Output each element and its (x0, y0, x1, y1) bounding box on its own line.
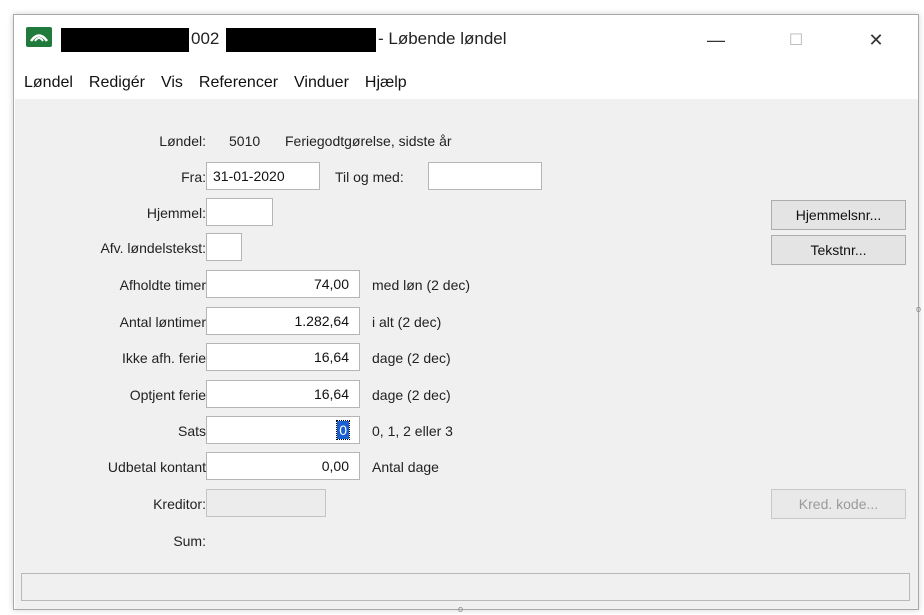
maximize-icon: ☐ (788, 32, 804, 49)
status-bar (21, 573, 910, 601)
hjemmelsnr-label: Hjemmelsnr... (795, 207, 882, 223)
afholdte-timer-value: 74,00 (313, 276, 349, 292)
afholdte-timer-unit: med løn (2 dec) (372, 277, 471, 293)
afv-londelstekst-field[interactable] (206, 233, 242, 261)
fra-date-value: 31-01-2020 (213, 168, 285, 184)
afv-londelstekst-label: Afv. løndelstekst: (100, 240, 206, 256)
fra-label: Fra: (181, 169, 206, 185)
londel-code: 5010 (229, 133, 261, 149)
sats-label: Sats (177, 423, 206, 439)
til-og-med-field[interactable] (428, 162, 542, 190)
optjent-ferie-field[interactable]: 16,64 (206, 380, 360, 408)
tekstnr-label: Tekstnr... (810, 242, 867, 258)
udbetal-kontant-value: 0,00 (321, 458, 349, 474)
afholdte-timer-field[interactable]: 74,00 (206, 270, 360, 298)
kred-kode-label: Kred. kode... (798, 496, 879, 512)
udbetal-kontant-unit: Antal dage (372, 459, 439, 475)
close-button[interactable]: ✕ (854, 23, 898, 57)
ikke-afh-ferie-unit: dage (2 dec) (372, 350, 451, 366)
optjent-ferie-label: Optjent ferie (129, 387, 206, 403)
resize-handle-bottom[interactable]: o (458, 604, 463, 614)
redacted-block (226, 28, 376, 52)
hjemmelsnr-button[interactable]: Hjemmelsnr... (771, 200, 906, 230)
title-bar[interactable]: 002 - Løbende løndel — ☐ ✕ (14, 15, 918, 67)
menu-londel[interactable]: Løndel (24, 74, 73, 92)
ikke-afh-ferie-value: 16,64 (313, 349, 349, 365)
til-og-med-label: Til og med: (335, 169, 404, 185)
antal-lontimer-value: 1.282,64 (294, 313, 350, 329)
hjemmel-label: Hjemmel: (146, 205, 206, 221)
window-title: - Løbende løndel (378, 29, 507, 48)
ikke-afh-ferie-label: Ikke afh. ferie (121, 350, 206, 366)
close-icon: ✕ (868, 29, 884, 50)
kreditor-field[interactable] (206, 489, 326, 517)
sats-value: 0 (336, 420, 350, 440)
maximize-button[interactable]: ☐ (774, 23, 818, 57)
londel-label: Løndel: (159, 133, 206, 149)
menu-bar: Løndel Redigér Vis Referencer Vinduer Hj… (14, 67, 918, 99)
udbetal-kontant-label: Udbetal kontant (107, 459, 206, 475)
app-window: 002 - Løbende løndel — ☐ ✕ Løndel Redigé… (13, 14, 919, 610)
sats-hint: 0, 1, 2 eller 3 (372, 423, 453, 439)
tekstnr-button[interactable]: Tekstnr... (771, 235, 906, 265)
minimize-button[interactable]: — (694, 23, 738, 57)
window-title-code: 002 (191, 29, 220, 48)
ikke-afh-ferie-field[interactable]: 16,64 (206, 343, 360, 371)
antal-lontimer-unit: i alt (2 dec) (372, 314, 442, 330)
optjent-ferie-value: 16,64 (313, 386, 349, 402)
hjemmel-field[interactable] (206, 198, 273, 226)
menu-rediger[interactable]: Redigér (89, 74, 145, 92)
menu-referencer[interactable]: Referencer (199, 74, 278, 92)
bank-logo-icon (29, 34, 49, 42)
bank-app-icon[interactable] (26, 27, 52, 47)
resize-handle-right[interactable]: o (916, 304, 921, 314)
menu-vinduer[interactable]: Vinduer (294, 74, 349, 92)
sum-label: Sum: (173, 533, 206, 549)
form-area: Løndel: 5010 Feriegodtgørelse, sidste år… (15, 99, 918, 609)
afholdte-timer-label: Afholdte timer (119, 277, 206, 293)
kred-kode-button[interactable]: Kred. kode... (771, 489, 906, 519)
kreditor-label: Kreditor: (153, 496, 206, 512)
redacted-block (61, 28, 189, 52)
londel-name: Feriegodtgørelse, sidste år (285, 133, 452, 149)
fra-date-field[interactable]: 31-01-2020 (206, 162, 320, 190)
menu-vis[interactable]: Vis (161, 74, 183, 92)
minimize-icon: — (707, 29, 725, 50)
antal-lontimer-field[interactable]: 1.282,64 (206, 307, 360, 335)
udbetal-kontant-field[interactable]: 0,00 (206, 452, 360, 480)
sats-field[interactable]: 0 (206, 416, 360, 444)
antal-lontimer-label: Antal løntimer (119, 314, 206, 330)
optjent-ferie-unit: dage (2 dec) (372, 387, 451, 403)
menu-hjaelp[interactable]: Hjælp (365, 74, 407, 92)
